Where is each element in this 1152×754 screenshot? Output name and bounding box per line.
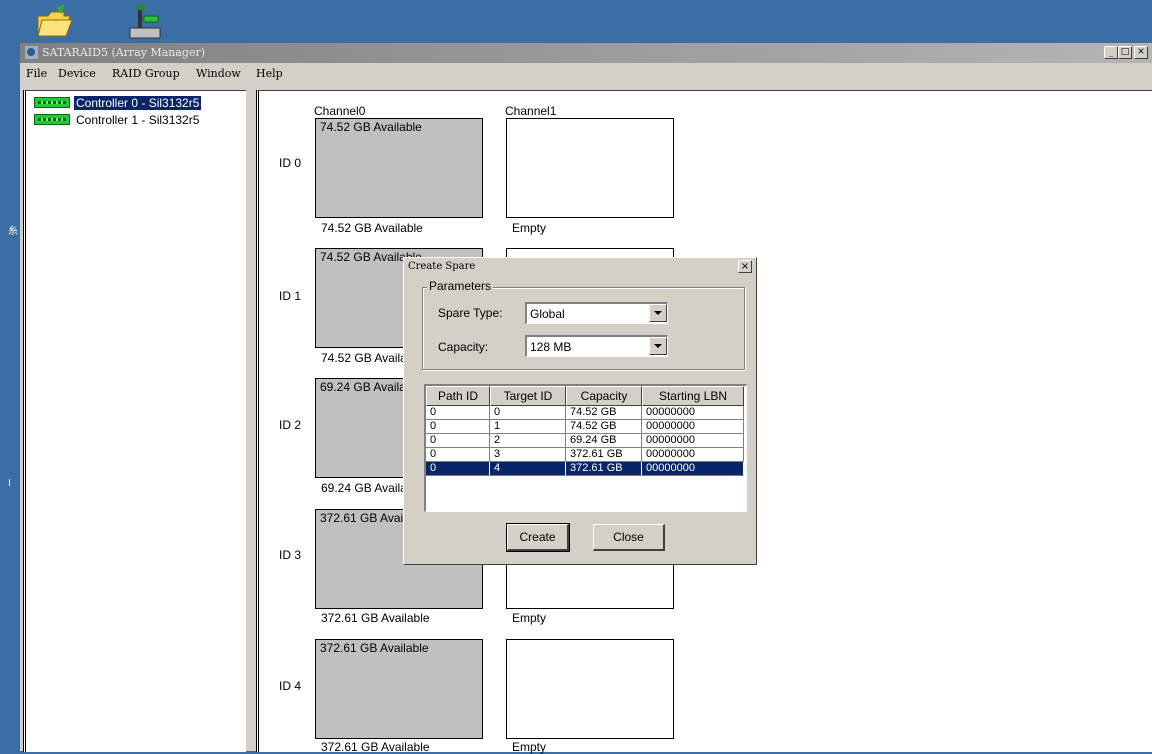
disk-caption: Empty [512, 611, 547, 625]
disk-caption: Empty [512, 221, 547, 235]
table-row[interactable]: 0 0 74.52 GB 00000000 [426, 406, 744, 420]
table-cell: 00000000 [642, 462, 744, 476]
table-row[interactable]: 0 1 74.52 GB 00000000 [426, 420, 744, 434]
parameters-group [422, 287, 745, 370]
install-desktop-icon[interactable] [124, 2, 164, 42]
table-cell: 74.52 GB [566, 420, 642, 434]
create-spare-dialog: Create Spare × Parameters Spare Type: Gl… [403, 257, 757, 565]
dialog-title-bar: Create Spare × [404, 258, 756, 276]
maximize-button[interactable]: □ [1118, 46, 1132, 59]
disk-caption: Empty [512, 740, 547, 754]
desktop-glyph: 糸 [8, 226, 18, 237]
controller-icon [34, 97, 70, 108]
column-header-starting-lbn[interactable]: Starting LBN [642, 386, 744, 406]
table-cell: 00000000 [642, 420, 744, 434]
disk-top-label: 372.61 GB Available [320, 641, 429, 655]
spare-type-label: Spare Type: [438, 306, 503, 320]
dialog-close-icon[interactable]: × [738, 260, 752, 273]
table-cell: 0 [426, 434, 490, 448]
channel-0-header: Channel0 [314, 104, 366, 118]
table-cell: 0 [490, 406, 566, 420]
disk-ch0-id0[interactable]: 74.52 GB Available [315, 118, 483, 218]
tree-item-label: Controller 0 - Sil3132r5 [74, 95, 202, 110]
menu-raid-group[interactable]: RAID Group [112, 67, 180, 80]
chevron-down-icon[interactable] [649, 337, 667, 355]
title-bar: SATARAID5 (Array Manager) _ □ × [20, 43, 1152, 63]
table-cell: 74.52 GB [566, 406, 642, 420]
column-header-capacity[interactable]: Capacity [566, 386, 642, 406]
column-header-target-id[interactable]: Target ID [490, 386, 566, 406]
menu-device[interactable]: Device [58, 67, 96, 80]
table-row[interactable]: 0 4 372.61 GB 00000000 [426, 462, 744, 476]
disk-caption: 372.61 GB Available [321, 611, 430, 625]
capacity-label: Capacity: [438, 340, 489, 354]
controller-icon [34, 114, 70, 125]
menu-bar: File Device RAID Group Window Help [20, 63, 1152, 85]
tree-item-label: Controller 1 - Sil3132r5 [76, 112, 200, 127]
column-header-path-id[interactable]: Path ID [426, 386, 490, 406]
table-cell: 1 [490, 420, 566, 434]
id-label: ID 0 [279, 156, 302, 170]
tree-item-controller-0[interactable]: Controller 0 - Sil3132r5 [34, 95, 202, 110]
close-button[interactable]: Close [593, 524, 665, 551]
menu-file[interactable]: File [26, 67, 47, 80]
id-label: ID 2 [279, 418, 302, 432]
create-button[interactable]: Create [506, 523, 570, 552]
disk-ch1-id0[interactable] [506, 118, 674, 218]
table-cell: 0 [426, 462, 490, 476]
table-cell: 0 [426, 420, 490, 434]
table-cell: 69.24 GB [566, 434, 642, 448]
table-cell: 372.61 GB [566, 448, 642, 462]
disk-top-label: 74.52 GB Available [320, 120, 422, 134]
disk-list[interactable]: Path ID Target ID Capacity Starting LBN … [424, 384, 747, 512]
tree-item-controller-1[interactable]: Controller 1 - Sil3132r5 [34, 112, 201, 127]
app-icon [24, 45, 39, 60]
pane-splitter[interactable] [246, 90, 256, 751]
capacity-select[interactable]: 128 MB [525, 335, 668, 357]
window-title: SATARAID5 (Array Manager) [42, 46, 206, 59]
capacity-value: 128 MB [530, 340, 572, 354]
table-cell: 00000000 [642, 406, 744, 420]
table-cell: 0 [426, 406, 490, 420]
controller-tree: Controller 0 - Sil3132r5 Controller 1 - … [23, 90, 246, 752]
table-cell: 3 [490, 448, 566, 462]
spare-type-value: Global [530, 307, 565, 321]
list-header: Path ID Target ID Capacity Starting LBN [426, 386, 744, 406]
disk-ch0-id4[interactable]: 372.61 GB Available [315, 639, 483, 739]
table-row[interactable]: 0 3 372.61 GB 00000000 [426, 448, 744, 462]
disk-caption: 372.61 GB Available [321, 740, 430, 754]
table-cell: 4 [490, 462, 566, 476]
minimize-button[interactable]: _ [1104, 46, 1118, 59]
table-cell: 0 [426, 448, 490, 462]
table-cell: 00000000 [642, 434, 744, 448]
channel-1-header: Channel1 [505, 104, 557, 118]
menu-window[interactable]: Window [196, 67, 241, 80]
dialog-title: Create Spare [408, 261, 476, 272]
spare-type-select[interactable]: Global [525, 302, 668, 324]
table-cell: 2 [490, 434, 566, 448]
parameters-group-label: Parameters [427, 279, 494, 293]
desktop-glyph: I [8, 478, 11, 489]
chevron-down-icon[interactable] [649, 304, 667, 322]
id-label: ID 1 [279, 289, 302, 303]
disk-ch1-id4[interactable] [506, 639, 674, 739]
table-cell: 372.61 GB [566, 462, 642, 476]
disk-caption: 74.52 GB Available [321, 221, 423, 235]
table-cell: 00000000 [642, 448, 744, 462]
menu-help[interactable]: Help [256, 67, 283, 80]
folder-desktop-icon[interactable] [34, 2, 74, 42]
table-row[interactable]: 0 2 69.24 GB 00000000 [426, 434, 744, 448]
id-label: ID 3 [279, 548, 302, 562]
close-window-button[interactable]: × [1134, 46, 1148, 59]
id-label: ID 4 [279, 679, 302, 693]
